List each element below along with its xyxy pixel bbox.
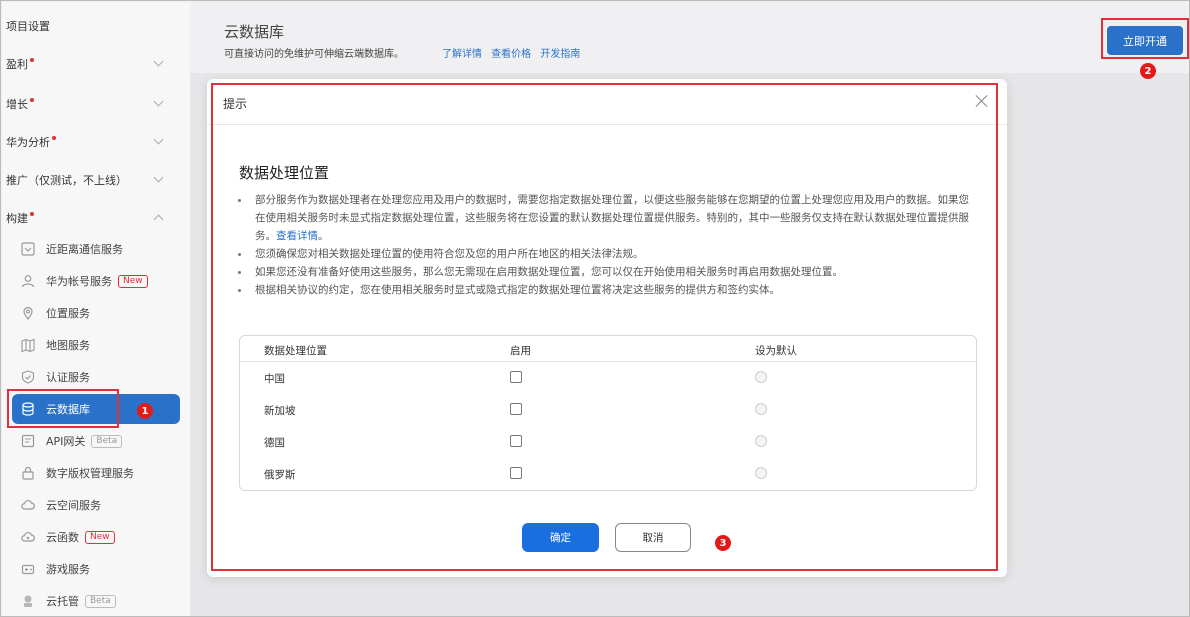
sidebar-section-label: 增长	[6, 98, 28, 111]
annotation-marker-1: 1	[137, 403, 153, 419]
sidebar-item-label: 华为帐号服务	[46, 275, 112, 288]
sidebar-item-label: 云函数	[46, 531, 79, 544]
chevron-down-icon	[153, 56, 164, 67]
sidebar-item-api-gateway[interactable]: API网关 Beta	[12, 426, 180, 456]
annotation-box-1	[7, 389, 119, 428]
sidebar-item-nearby[interactable]: 近距离通信服务	[12, 234, 180, 264]
sidebar-item-label: 近距离通信服务	[46, 243, 123, 256]
sidebar-item-cloud-space[interactable]: 云空间服务	[12, 490, 180, 520]
annotation-marker-3: 3	[715, 535, 731, 551]
map-icon	[20, 337, 36, 353]
sidebar-item-cloud-function[interactable]: 云函数 New	[12, 522, 180, 552]
sidebar-section-monetize[interactable]: 盈利	[2, 52, 190, 76]
sidebar-item-label: API网关	[46, 435, 86, 448]
nearby-icon	[20, 241, 36, 257]
app-window: 项目设置 盈利 增长 华为分析 推广（仅测试，不上线） 构建 近距离通信服务 华…	[0, 0, 1190, 617]
chevron-down-icon	[153, 172, 164, 183]
sidebar-section-analytics[interactable]: 华为分析	[2, 130, 190, 154]
page-title: 云数据库	[224, 23, 285, 41]
sidebar-item-cloud-hosting[interactable]: 云托管 Beta	[12, 586, 180, 616]
required-dot	[52, 136, 56, 140]
cloud-function-icon	[20, 529, 36, 545]
shield-icon	[20, 369, 36, 385]
sidebar-section-grow[interactable]: 增长	[2, 92, 190, 116]
page-description: 可直接访问的免维护可伸缩云端数据库。	[224, 49, 404, 60]
new-badge: New	[118, 274, 148, 288]
sidebar: 项目设置 盈利 增长 华为分析 推广（仅测试，不上线） 构建 近距离通信服务 华…	[2, 2, 190, 616]
chevron-up-icon	[153, 214, 164, 225]
required-dot	[30, 212, 34, 216]
beta-badge: Beta	[91, 434, 123, 448]
chevron-down-icon	[153, 96, 164, 107]
dev-guide-link[interactable]: 开发指南	[540, 49, 580, 60]
sidebar-section-label: 项目设置	[6, 20, 50, 33]
api-gateway-icon	[20, 433, 36, 449]
sidebar-item-game[interactable]: 游戏服务	[12, 554, 180, 584]
user-icon	[20, 273, 36, 289]
sidebar-item-auth[interactable]: 认证服务	[12, 362, 180, 392]
sidebar-item-account[interactable]: 华为帐号服务 New	[12, 266, 180, 296]
required-dot	[30, 98, 34, 102]
cloud-hosting-icon	[20, 593, 36, 609]
learn-more-link[interactable]: 了解详情	[442, 49, 482, 60]
sidebar-item-label: 位置服务	[46, 307, 90, 320]
sidebar-item-drm[interactable]: 数字版权管理服务	[12, 458, 180, 488]
sidebar-item-location[interactable]: 位置服务	[12, 298, 180, 328]
sidebar-section-build[interactable]: 构建	[2, 206, 190, 230]
sidebar-section-label: 华为分析	[6, 136, 50, 149]
game-icon	[20, 561, 36, 577]
cloud-space-icon	[20, 497, 36, 513]
sidebar-section-promotion[interactable]: 推广（仅测试，不上线）	[2, 168, 190, 192]
sidebar-item-label: 地图服务	[46, 339, 90, 352]
sidebar-item-label: 云托管	[46, 595, 79, 608]
location-icon	[20, 305, 36, 321]
sidebar-item-map[interactable]: 地图服务	[12, 330, 180, 360]
beta-badge: Beta	[85, 594, 116, 608]
sidebar-item-label: 数字版权管理服务	[46, 467, 134, 480]
sidebar-section-label: 盈利	[6, 58, 28, 71]
view-pricing-link[interactable]: 查看价格	[491, 49, 531, 60]
drm-icon	[20, 465, 36, 481]
sidebar-item-label: 认证服务	[46, 371, 90, 384]
chevron-down-icon	[153, 134, 164, 145]
sidebar-section-label: 推广（仅测试，不上线）	[6, 174, 127, 187]
header-links: 了解详情 查看价格 开发指南	[442, 45, 586, 60]
required-dot	[30, 58, 34, 62]
sidebar-item-label: 游戏服务	[46, 563, 90, 576]
annotation-box-2	[1101, 18, 1189, 59]
new-badge: New	[85, 530, 115, 544]
sidebar-section-label: 构建	[6, 212, 28, 225]
sidebar-section-project-settings[interactable]: 项目设置	[2, 14, 190, 38]
annotation-marker-2: 2	[1140, 63, 1156, 79]
sidebar-item-label: 云空间服务	[46, 499, 101, 512]
annotation-box-3	[211, 83, 998, 571]
